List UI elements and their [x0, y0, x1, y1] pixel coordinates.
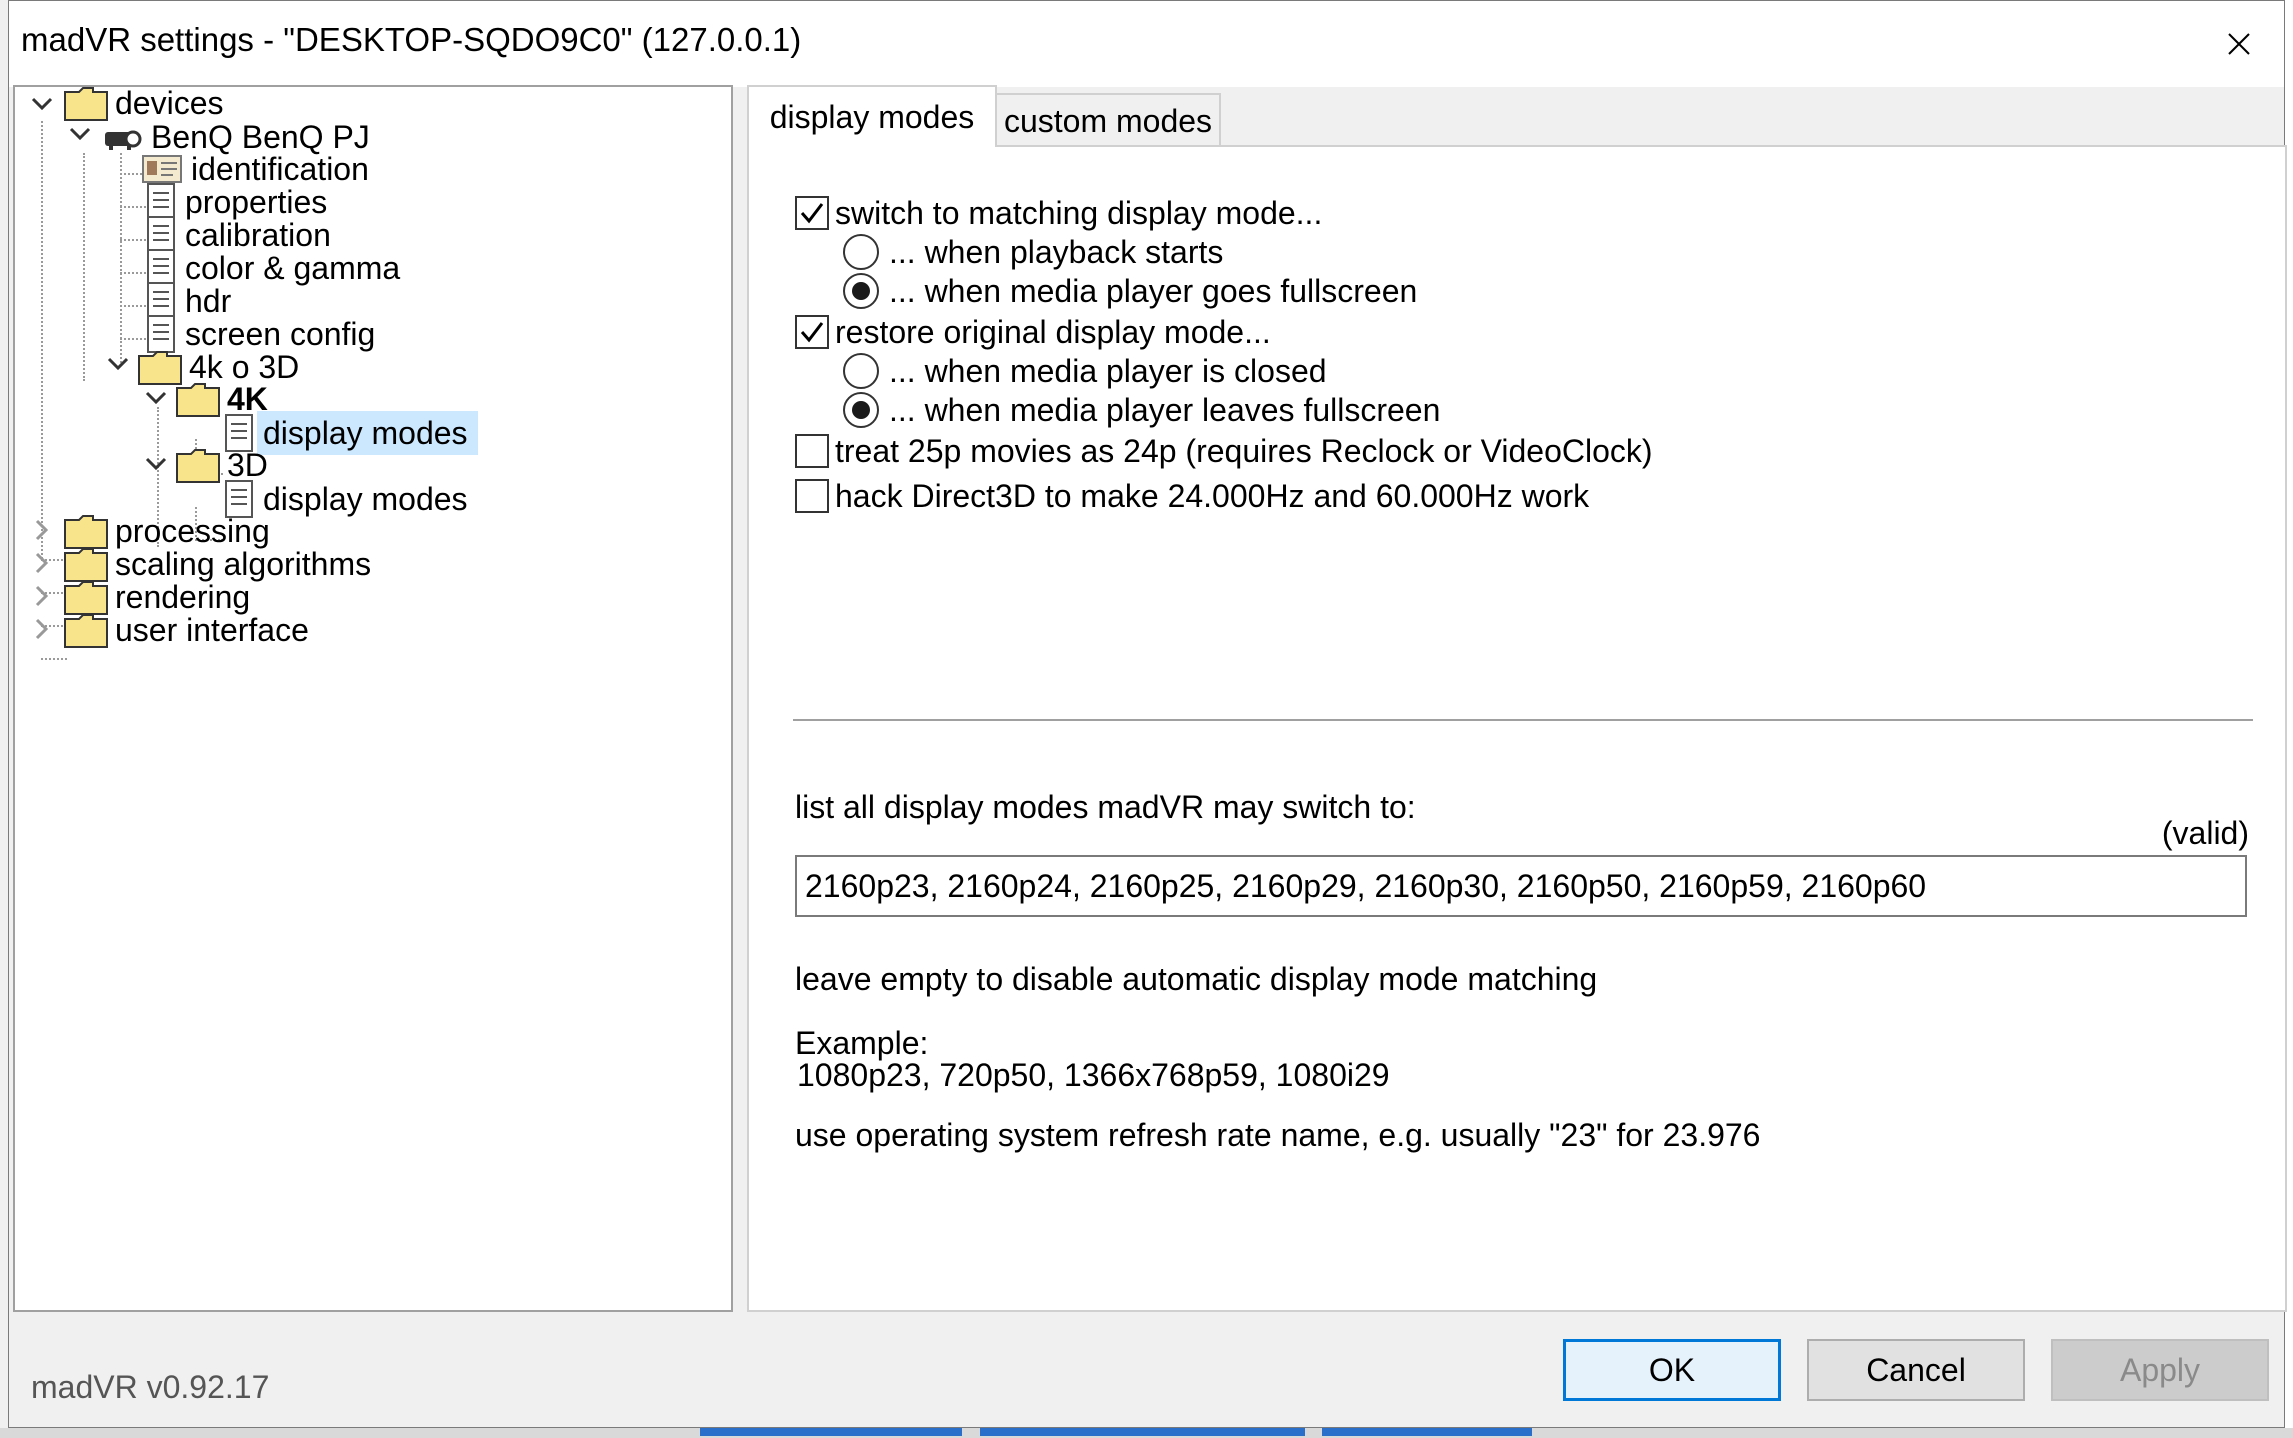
- tree-label: display modes: [263, 481, 468, 517]
- tree-item-user-interface[interactable]: user interface: [63, 608, 319, 652]
- collapse-chevron[interactable]: [63, 103, 97, 165]
- tab-label: custom modes: [1003, 102, 1213, 139]
- tree-connector: [120, 153, 122, 363]
- when-closed-radio-row[interactable]: ... when media player is closed: [843, 349, 1327, 393]
- chevron-down-icon: [145, 391, 167, 405]
- tab-label: display modes: [769, 98, 975, 135]
- treat-25p-checkbox-row[interactable]: treat 25p movies as 24p (requires Recloc…: [795, 429, 1653, 473]
- chevron-down-icon: [69, 127, 91, 141]
- radio-label: ... when media player is closed: [889, 352, 1327, 389]
- check-icon: [800, 203, 824, 224]
- display-modes-input[interactable]: [795, 855, 2247, 917]
- collapse-chevron[interactable]: [139, 433, 173, 495]
- cancel-button[interactable]: Cancel: [1807, 1339, 2025, 1401]
- collapse-chevron[interactable]: [101, 333, 135, 395]
- treat-25p-checkbox[interactable]: [795, 434, 829, 468]
- desktop-taskbar-item: [700, 1428, 962, 1436]
- version-label: madVR v0.92.17: [31, 1369, 270, 1405]
- folder-icon: [176, 449, 220, 483]
- switch-matching-checkbox[interactable]: [795, 196, 829, 230]
- hack-d3d-checkbox[interactable]: [795, 479, 829, 513]
- collapse-chevron[interactable]: [25, 87, 59, 135]
- settings-dialog: madVR settings - "DESKTOP-SQDO9C0" (127.…: [8, 0, 2287, 1428]
- tab-custom-modes[interactable]: custom modes: [995, 93, 1221, 147]
- checkbox-label: switch to matching display mode...: [835, 194, 1323, 231]
- modes-list-status: (valid): [2161, 815, 2249, 851]
- close-icon: [2228, 33, 2250, 55]
- radio-label: ... when media player leaves fullscreen: [889, 391, 1441, 428]
- chevron-right-icon: [35, 618, 49, 640]
- when-fullscreen-radio[interactable]: [843, 273, 879, 309]
- ok-button[interactable]: OK: [1563, 1339, 1781, 1401]
- leave-empty-note: leave empty to disable automatic display…: [795, 961, 1598, 997]
- tree-connector: [83, 153, 85, 381]
- checkbox-label: restore original display mode...: [835, 313, 1271, 350]
- when-leaves-fullscreen-radio[interactable]: [843, 392, 879, 428]
- radio-selected-dot: [852, 401, 870, 419]
- when-playback-starts-radio-row[interactable]: ... when playback starts: [843, 230, 1223, 274]
- when-playback-starts-radio[interactable]: [843, 234, 879, 270]
- radio-label: ... when media player goes fullscreen: [889, 272, 1418, 309]
- settings-tree[interactable]: devices BenQ BenQ PJ identification prop…: [13, 85, 733, 1312]
- radio-label: ... when playback starts: [889, 233, 1224, 270]
- tree-connector: [41, 121, 43, 559]
- tab-display-modes[interactable]: display modes: [747, 85, 997, 147]
- title-bar[interactable]: madVR settings - "DESKTOP-SQDO9C0" (127.…: [9, 1, 2284, 87]
- apply-button[interactable]: Apply: [2051, 1339, 2269, 1401]
- check-icon: [800, 322, 824, 343]
- restore-original-checkbox-row[interactable]: restore original display mode...: [795, 310, 1271, 354]
- checkbox-label: treat 25p movies as 24p (requires Recloc…: [835, 432, 1653, 469]
- folder-icon: [64, 614, 108, 648]
- chevron-down-icon: [107, 357, 129, 371]
- tree-label: user interface: [115, 612, 309, 648]
- window-title: madVR settings - "DESKTOP-SQDO9C0" (127.…: [21, 21, 802, 58]
- modes-list-label: list all display modes madVR may switch …: [795, 789, 1416, 825]
- radio-selected-dot: [852, 282, 870, 300]
- section-divider: [793, 719, 2253, 721]
- when-leaves-fullscreen-radio-row[interactable]: ... when media player leaves fullscreen: [843, 388, 1440, 432]
- chevron-down-icon: [31, 97, 53, 111]
- desktop-taskbar-item: [1322, 1428, 1532, 1436]
- close-button[interactable]: [2194, 1, 2284, 87]
- restore-original-checkbox[interactable]: [795, 315, 829, 349]
- desktop-taskbar-item: [980, 1428, 1305, 1436]
- switch-matching-checkbox-row[interactable]: switch to matching display mode...: [795, 191, 1322, 235]
- refresh-rate-note: use operating system refresh rate name, …: [795, 1117, 1761, 1153]
- display-modes-panel: switch to matching display mode... ... w…: [747, 145, 2287, 1312]
- chevron-down-icon: [145, 457, 167, 471]
- hack-d3d-checkbox-row[interactable]: hack Direct3D to make 24.000Hz and 60.00…: [795, 474, 1589, 518]
- example-value: 1080p23, 720p50, 1366x768p59, 1080i29: [797, 1057, 1390, 1093]
- collapse-chevron[interactable]: [139, 367, 173, 429]
- when-closed-radio[interactable]: [843, 353, 879, 389]
- checkbox-label: hack Direct3D to make 24.000Hz and 60.00…: [835, 477, 1590, 514]
- expand-chevron[interactable]: [25, 598, 59, 660]
- folder-icon: [176, 383, 220, 417]
- when-fullscreen-radio-row[interactable]: ... when media player goes fullscreen: [843, 269, 1417, 313]
- tree-label: display modes: [257, 411, 478, 455]
